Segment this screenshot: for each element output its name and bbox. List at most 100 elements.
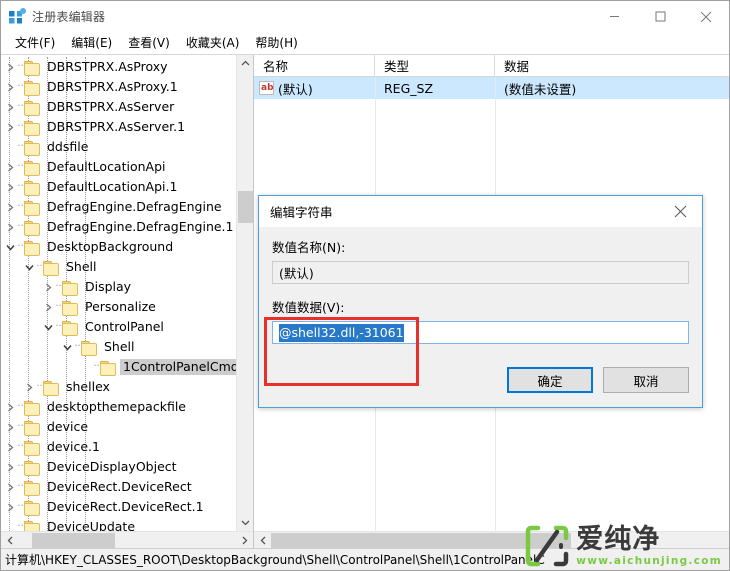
value-name-label: 数值名称(N): [272, 240, 346, 255]
chevron-right-icon[interactable] [3, 97, 17, 117]
registry-tree[interactable]: ·· DBRSTPRX.AsProxy ·· DBRSTPRX.AsProxy.1 ··… [1, 55, 253, 531]
value-name-input-text: (默认) [279, 266, 314, 281]
scroll-up-icon[interactable] [237, 55, 253, 72]
chevron-right-icon[interactable] [3, 217, 17, 237]
tree-node[interactable]: ·· Personalize [1, 297, 253, 317]
chevron-down-icon[interactable] [22, 257, 36, 277]
chevron-right-icon[interactable] [3, 497, 17, 517]
folder-icon [24, 100, 40, 116]
chevron-right-icon[interactable] [3, 397, 17, 417]
tree-horizontal-scrollbar[interactable] [1, 531, 253, 548]
tree-connector: ·· [17, 81, 24, 92]
folder-icon [24, 500, 40, 516]
chevron-right-icon[interactable] [3, 437, 17, 457]
cancel-button[interactable]: 取消 [603, 367, 689, 393]
tree-node[interactable]: ·· DeviceRect.DeviceRect [1, 477, 253, 497]
menu-favorites[interactable]: 收藏夹(A) [178, 32, 248, 54]
tree-scroll-thumb[interactable] [238, 191, 253, 223]
folder-icon [24, 420, 40, 436]
tree-connector: ·· [17, 501, 24, 512]
column-header-name[interactable]: 名称 [254, 55, 375, 76]
tree-node[interactable]: ·· Display [1, 277, 253, 297]
close-button[interactable] [683, 1, 729, 32]
maximize-button[interactable] [637, 1, 683, 32]
tree-node-label: DeviceDisplayObject [47, 459, 177, 474]
tree-node[interactable]: ·· DefragEngine.DefragEngine [1, 197, 253, 217]
column-header-data[interactable]: 数据 [495, 55, 729, 76]
chevron-right-icon[interactable] [3, 57, 17, 77]
tree-node[interactable]: ·· ControlPanel [1, 317, 253, 337]
tree-node[interactable]: ·· DBRSTPRX.AsProxy.1 [1, 77, 253, 97]
tree-node-label: DefragEngine.DefragEngine [47, 199, 222, 214]
chevron-right-icon[interactable] [3, 457, 17, 477]
tree-node[interactable]: ·· desktopthemepackfile [1, 397, 253, 417]
values-list-header: 名称 类型 数据 [254, 55, 729, 77]
chevron-right-icon[interactable] [41, 297, 55, 317]
tree-connector: ·· [17, 421, 24, 432]
tree-node[interactable]: ·· Shell [1, 337, 253, 357]
scroll-right-icon[interactable] [236, 532, 253, 549]
registry-editor-window: 注册表编辑器 文件(F) 编辑(E) 查看(V) 收藏夹(A) 帮助(H) ··… [0, 0, 730, 571]
value-name-input: (默认) [272, 261, 689, 284]
tree-node[interactable]: ·· DefragEngine.DefragEngine.1 [1, 217, 253, 237]
tree-node[interactable]: ·· DBRSTPRX.AsProxy [1, 57, 253, 77]
tree-node[interactable]: ·· Shell [1, 257, 253, 277]
chevron-right-icon[interactable] [3, 177, 17, 197]
tree-node[interactable]: ·· DeviceUpdate [1, 517, 253, 531]
folder-icon [24, 140, 40, 156]
chevron-right-icon[interactable] [22, 377, 36, 397]
tree-node[interactable]: ·· device [1, 417, 253, 437]
folder-icon [62, 320, 78, 336]
tree-node[interactable]: ·· 1ControlPanelCmd [1, 357, 253, 377]
chevron-right-icon[interactable] [3, 157, 17, 177]
registry-tree-pane: ·· DBRSTPRX.AsProxy ·· DBRSTPRX.AsProxy.1 ··… [1, 55, 254, 548]
column-header-type[interactable]: 类型 [375, 55, 495, 76]
value-name-cell[interactable]: ab (默认) [254, 77, 375, 99]
menu-edit[interactable]: 编辑(E) [63, 32, 120, 54]
tree-node-label: Display [85, 279, 132, 294]
chevron-right-icon[interactable] [3, 417, 17, 437]
chevron-down-icon[interactable] [3, 237, 17, 257]
tree-connector: ·· [17, 241, 24, 252]
ok-button[interactable]: 确定 [507, 367, 593, 393]
tree-connector: ·· [17, 461, 24, 472]
chevron-right-icon[interactable] [3, 477, 17, 497]
folder-icon [100, 360, 116, 376]
tree-node[interactable]: ·· DefaultLocationApi [1, 157, 253, 177]
tree-connector: ·· [55, 281, 62, 292]
tree-node[interactable]: ·· DefaultLocationApi.1 [1, 177, 253, 197]
tree-node-label: DeviceUpdate [47, 519, 136, 531]
chevron-right-icon[interactable] [41, 277, 55, 297]
tree-node-label: 1ControlPanelCmd [120, 359, 242, 375]
values-scroll-left-icon[interactable] [254, 532, 271, 549]
scroll-down-icon[interactable] [237, 514, 253, 531]
value-data-input[interactable]: @shell32.dll,-31061 [272, 321, 689, 344]
tree-node[interactable]: ·· shellex [1, 377, 253, 397]
scroll-left-icon[interactable] [1, 532, 18, 549]
dialog-close-icon[interactable] [658, 196, 702, 227]
tree-node[interactable]: ·· DeviceRect.DeviceRect.1 [1, 497, 253, 517]
tree-node[interactable]: ·· ddsfile [1, 137, 253, 157]
minimize-button[interactable] [591, 1, 637, 32]
table-row[interactable]: ab (默认) REG_SZ (数值未设置) [254, 77, 729, 99]
values-horizontal-scrollbar[interactable] [254, 531, 729, 548]
menu-file[interactable]: 文件(F) [7, 32, 63, 54]
tree-hscroll-thumb[interactable] [32, 533, 115, 548]
menu-help[interactable]: 帮助(H) [247, 32, 305, 54]
tree-node-label: DBRSTPRX.AsProxy.1 [47, 79, 178, 94]
tree-connector: ·· [17, 201, 24, 212]
tree-node[interactable]: ·· DeviceDisplayObject [1, 457, 253, 477]
values-hscroll-thumb[interactable] [271, 533, 571, 548]
chevron-right-icon[interactable] [3, 197, 17, 217]
tree-node[interactable]: ·· device.1 [1, 437, 253, 457]
chevron-down-icon[interactable] [41, 317, 55, 337]
tree-node[interactable]: ·· DBRSTPRX.AsServer.1 [1, 117, 253, 137]
title-bar: 注册表编辑器 [1, 1, 729, 32]
chevron-right-icon[interactable] [3, 117, 17, 137]
tree-node[interactable]: ·· DesktopBackground [1, 237, 253, 257]
tree-node[interactable]: ·· DBRSTPRX.AsServer [1, 97, 253, 117]
chevron-right-icon[interactable] [3, 77, 17, 97]
menu-view[interactable]: 查看(V) [120, 32, 178, 54]
chevron-down-icon[interactable] [60, 337, 74, 357]
tree-vertical-scrollbar[interactable] [236, 55, 253, 531]
